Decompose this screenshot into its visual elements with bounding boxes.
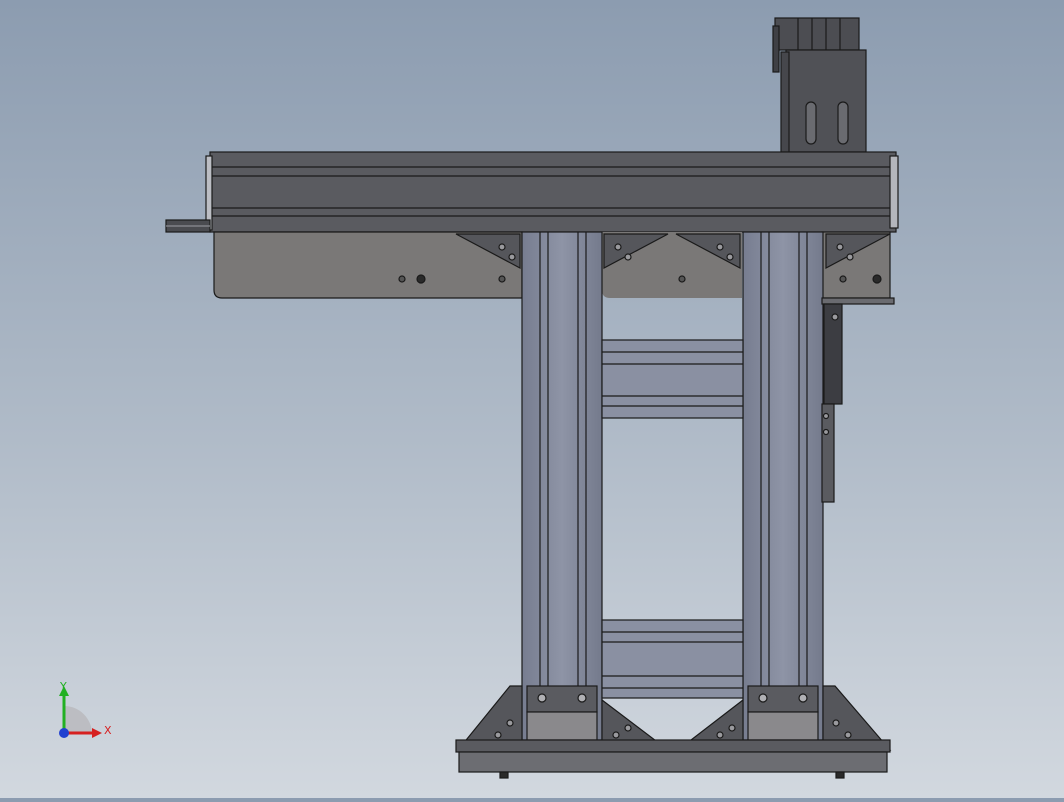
cross-beam-lower[interactable] (601, 619, 744, 699)
z-axis-dot (59, 728, 69, 738)
base-plate[interactable] (455, 739, 891, 779)
vertical-rail-right[interactable] (742, 231, 824, 741)
servo-motor[interactable] (772, 17, 867, 153)
x-axis-label: X (104, 724, 112, 737)
model-view (165, 17, 899, 779)
triad-plane-indicator (64, 706, 92, 733)
cad-graphics-viewport[interactable]: Y X (0, 0, 1064, 798)
x-axis-arrowhead (92, 728, 102, 738)
coordinate-triad: Y X (48, 676, 118, 746)
y-axis-label: Y (59, 680, 67, 693)
side-sensor-bracket[interactable] (821, 297, 895, 503)
cross-beam-upper[interactable] (601, 339, 744, 419)
vertical-rail-left[interactable] (521, 231, 603, 741)
linear-actuator-body[interactable] (165, 151, 899, 233)
